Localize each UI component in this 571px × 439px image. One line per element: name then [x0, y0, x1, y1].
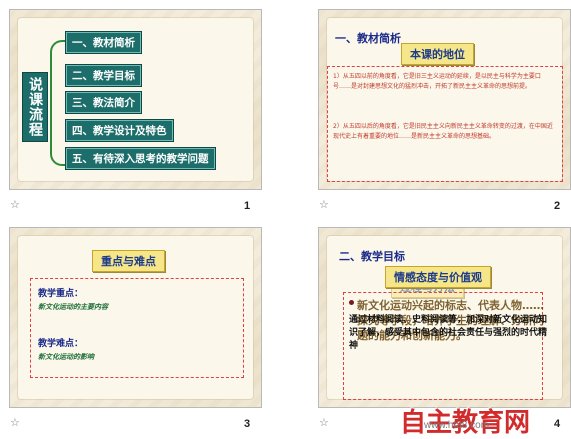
outline-item-5: 五、有待深入思考的教学问题 [66, 148, 215, 169]
slide-3-number: 3 [244, 418, 251, 430]
slide-4-number: 4 [554, 418, 561, 430]
paragraph-1: 1）从五四以前的角度看，它是旧三主义运动的延续，是以民主与科学为主要口号……是对… [333, 73, 541, 90]
slide-1-transition-icon[interactable]: ☆ [10, 198, 20, 211]
focus-label: 教学重点： [38, 289, 84, 299]
slide-heading: 一、教材简析 [335, 32, 401, 45]
vertical-title: 说课流程 [22, 72, 48, 142]
slide-thumbnail-1[interactable]: 说课流程 一、教材简析 二、教学目标 三、教法简介 四、教学设计及特色 五、有待… [9, 9, 262, 190]
slide-thumbnail-4[interactable]: 二、教学目标 过程与方法 情感态度与价值观 新文化运动兴起的标志、代表人物……探… [318, 227, 571, 408]
slide-1-number: 1 [244, 200, 251, 212]
section-pill: 重点与难点 [92, 250, 165, 272]
outline-item-4: 四、教学设计及特色 [66, 120, 173, 141]
slide-2-number: 2 [554, 200, 561, 212]
bullet-icon [349, 300, 354, 305]
difficulty-label: 教学难点： [38, 339, 84, 349]
slide-3-transition-icon[interactable]: ☆ [10, 416, 20, 429]
slide-4-transition-icon[interactable]: ☆ [319, 416, 329, 429]
watermark-url: www.ht88.com [424, 420, 490, 431]
difficulty-text: 新文化运动的影响 [38, 353, 94, 361]
section-pill: 情感态度与价值观 [385, 266, 491, 288]
slide-2-transition-icon[interactable]: ☆ [319, 198, 329, 211]
outline-item-2: 二、教学目标 [66, 65, 141, 86]
slide-thumbnail-2[interactable]: 一、教材简析 本课的地位 1）从五四以前的角度看，它是旧三主义运动的延续，是以民… [318, 9, 571, 190]
paragraph-2: 2）从五四以后的角度看，它是旧民主主义向新民主主义革命转变的过渡，在中国近现代史… [333, 123, 553, 140]
focus-text: 新文化运动的主要内容 [38, 303, 108, 311]
slide-heading: 二、教学目标 [339, 250, 405, 263]
outline-item-1: 一、教材简析 [66, 32, 141, 53]
section-pill: 本课的地位 [401, 43, 474, 65]
overlay-text: 通过材料阅读、史料阅读等，加深对新文化运动知识了解，感受其中包含的社会责任与强烈… [349, 315, 548, 351]
slide-thumbnail-3[interactable]: 重点与难点 教学重点： 新文化运动的主要内容 教学难点： 新文化运动的影响 [9, 227, 262, 408]
outline-item-3: 三、教法简介 [66, 92, 141, 113]
